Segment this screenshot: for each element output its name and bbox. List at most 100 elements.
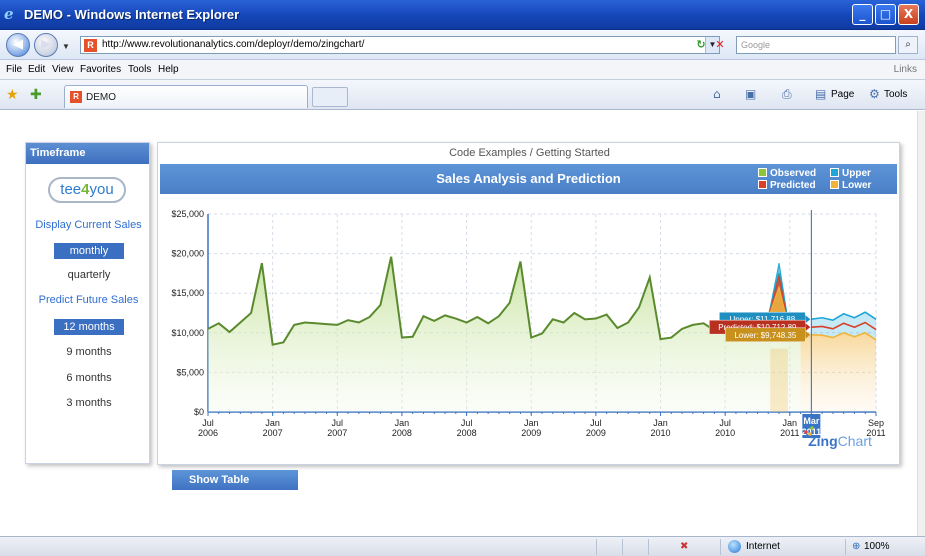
option-quarterly[interactable]: quarterly bbox=[54, 267, 124, 283]
menu-file[interactable]: File bbox=[6, 64, 22, 75]
sales-chart[interactable]: $0$5,000$10,000$15,000$20,000$25,000Jul2… bbox=[158, 194, 898, 462]
x-tick-label: Jul bbox=[719, 418, 731, 428]
internet-zone-icon bbox=[728, 540, 741, 553]
security-zone: Internet bbox=[746, 541, 780, 552]
y-tick-label: $20,000 bbox=[171, 249, 204, 259]
status-divider bbox=[648, 539, 649, 555]
address-field[interactable]: R http://www.revolutionanalytics.com/dep… bbox=[80, 36, 720, 54]
feeds-icon[interactable]: ▣ bbox=[745, 87, 756, 101]
popup-blocker-icon[interactable]: ✖ bbox=[680, 541, 688, 552]
menu-edit[interactable]: Edit bbox=[28, 64, 45, 75]
close-button[interactable]: X bbox=[898, 4, 919, 25]
search-field[interactable]: Google bbox=[736, 36, 896, 54]
logo-text-digit: 4 bbox=[81, 181, 90, 198]
menu-view[interactable]: View bbox=[52, 64, 74, 75]
option-12-months[interactable]: 12 months bbox=[54, 319, 124, 335]
back-button[interactable]: ◀ bbox=[6, 33, 30, 57]
x-tick-label: 2011 bbox=[780, 428, 799, 438]
tooltip-predicted-pointer bbox=[805, 323, 811, 332]
site-favicon-icon: R bbox=[84, 39, 97, 52]
page-icon: ▤ bbox=[815, 87, 827, 101]
x-tick-label: Sep bbox=[868, 418, 884, 428]
x-tick-label: 2008 bbox=[392, 428, 412, 438]
y-tick-label: $25,000 bbox=[171, 209, 204, 219]
zoom-level[interactable]: 100% bbox=[864, 541, 890, 552]
brand-dot bbox=[810, 426, 814, 430]
refresh-icon[interactable]: ↻ bbox=[693, 37, 709, 53]
brand-dot bbox=[804, 430, 808, 434]
legend-upper[interactable]: Upper bbox=[830, 168, 871, 179]
option-9-months[interactable]: 9 months bbox=[54, 344, 124, 360]
x-tick-label: 2007 bbox=[263, 428, 283, 438]
x-tick-label: 2006 bbox=[198, 428, 218, 438]
legend-upper-label: Upper bbox=[842, 168, 871, 179]
tooltip-lower-text: Lower: $9,748.35 bbox=[734, 331, 796, 340]
tab-title: DEMO bbox=[86, 92, 116, 103]
option-3-months[interactable]: 3 months bbox=[54, 395, 124, 411]
legend-predicted[interactable]: Predicted bbox=[758, 180, 816, 191]
tab-bar: ★ ✚ R DEMO ⌂ ▣ ⎙ ▤ Page ⚙ Tools bbox=[0, 80, 925, 110]
status-divider bbox=[596, 539, 597, 555]
display-current-sales-link[interactable]: Display Current Sales bbox=[26, 219, 151, 231]
spike-lower-band bbox=[770, 348, 788, 412]
x-tick-label: Jan bbox=[653, 418, 668, 428]
window-title-bar: e DEMO - Windows Internet Explorer _ □ X bbox=[0, 0, 925, 30]
x-tick-label: Jul bbox=[202, 418, 214, 428]
stop-icon[interactable]: ✕ bbox=[712, 37, 728, 53]
zingchart-brand: ZingChart bbox=[808, 433, 872, 449]
x-tick-label: Jul bbox=[461, 418, 473, 428]
page-menu[interactable]: Page bbox=[831, 89, 854, 100]
timeframe-panel: Timeframe tee4you Display Current Sales … bbox=[25, 142, 150, 464]
page-scrollbar[interactable] bbox=[917, 111, 925, 536]
links-toolbar[interactable]: Links bbox=[894, 64, 917, 75]
menu-favorites[interactable]: Favorites bbox=[80, 64, 121, 75]
x-tick-label: 2009 bbox=[521, 428, 541, 438]
x-tick-label: Jul bbox=[590, 418, 602, 428]
show-table-button[interactable]: Show Table bbox=[172, 470, 298, 490]
legend-observed-label: Observed bbox=[770, 168, 817, 179]
x-tick-label: Jan bbox=[783, 418, 798, 428]
zingchart-brand-chart: Chart bbox=[838, 433, 872, 449]
add-favorite-icon[interactable]: ✚ bbox=[30, 87, 42, 103]
home-icon[interactable]: ⌂ bbox=[713, 87, 721, 101]
menu-tools[interactable]: Tools bbox=[128, 64, 151, 75]
tab-favicon-icon: R bbox=[70, 91, 82, 103]
minimize-button[interactable]: _ bbox=[852, 4, 873, 25]
logo-text-prefix: tee bbox=[60, 181, 82, 198]
history-dropdown-icon[interactable]: ▼ bbox=[62, 42, 70, 51]
y-tick-label: $10,000 bbox=[171, 328, 204, 338]
brand-dot bbox=[808, 432, 812, 436]
menu-bar: File Edit View Favorites Tools Help Link… bbox=[0, 60, 925, 80]
favorites-star-icon[interactable]: ★ bbox=[6, 87, 19, 103]
predict-future-sales-link[interactable]: Predict Future Sales bbox=[26, 294, 151, 306]
legend-predicted-label: Predicted bbox=[770, 180, 816, 191]
legend-lower-swatch bbox=[830, 180, 839, 189]
x-tick-label: Jan bbox=[265, 418, 280, 428]
url-text[interactable]: http://www.revolutionanalytics.com/deplo… bbox=[102, 39, 364, 50]
option-6-months[interactable]: 6 months bbox=[54, 370, 124, 386]
zoom-icon: ⊕ bbox=[852, 541, 861, 552]
legend-predicted-swatch bbox=[758, 180, 767, 189]
x-tick-label: 2008 bbox=[457, 428, 477, 438]
search-placeholder: Google bbox=[741, 40, 771, 50]
print-icon[interactable]: ⎙ bbox=[782, 87, 792, 102]
marker-month-label: Mar bbox=[803, 416, 820, 426]
legend-observed[interactable]: Observed bbox=[758, 168, 816, 179]
new-tab-button[interactable] bbox=[312, 87, 348, 107]
option-monthly[interactable]: monthly bbox=[54, 243, 124, 259]
search-icon[interactable]: ⌕ bbox=[898, 36, 918, 54]
breadcrumb: Code Examples / Getting Started bbox=[449, 147, 610, 159]
x-tick-label: 2010 bbox=[651, 428, 671, 438]
menu-help[interactable]: Help bbox=[158, 64, 179, 75]
x-tick-label: Jan bbox=[395, 418, 410, 428]
maximize-button[interactable]: □ bbox=[875, 4, 896, 25]
tools-menu[interactable]: Tools bbox=[884, 89, 907, 100]
tab-demo[interactable]: R DEMO bbox=[64, 85, 308, 108]
x-tick-label: Jan bbox=[524, 418, 539, 428]
legend-lower[interactable]: Lower bbox=[830, 180, 871, 191]
logo-text-suffix: you bbox=[89, 181, 114, 198]
status-divider bbox=[720, 539, 721, 555]
status-divider bbox=[845, 539, 846, 555]
tools-gear-icon: ⚙ bbox=[869, 87, 880, 101]
forward-button[interactable]: ▶ bbox=[34, 33, 58, 57]
